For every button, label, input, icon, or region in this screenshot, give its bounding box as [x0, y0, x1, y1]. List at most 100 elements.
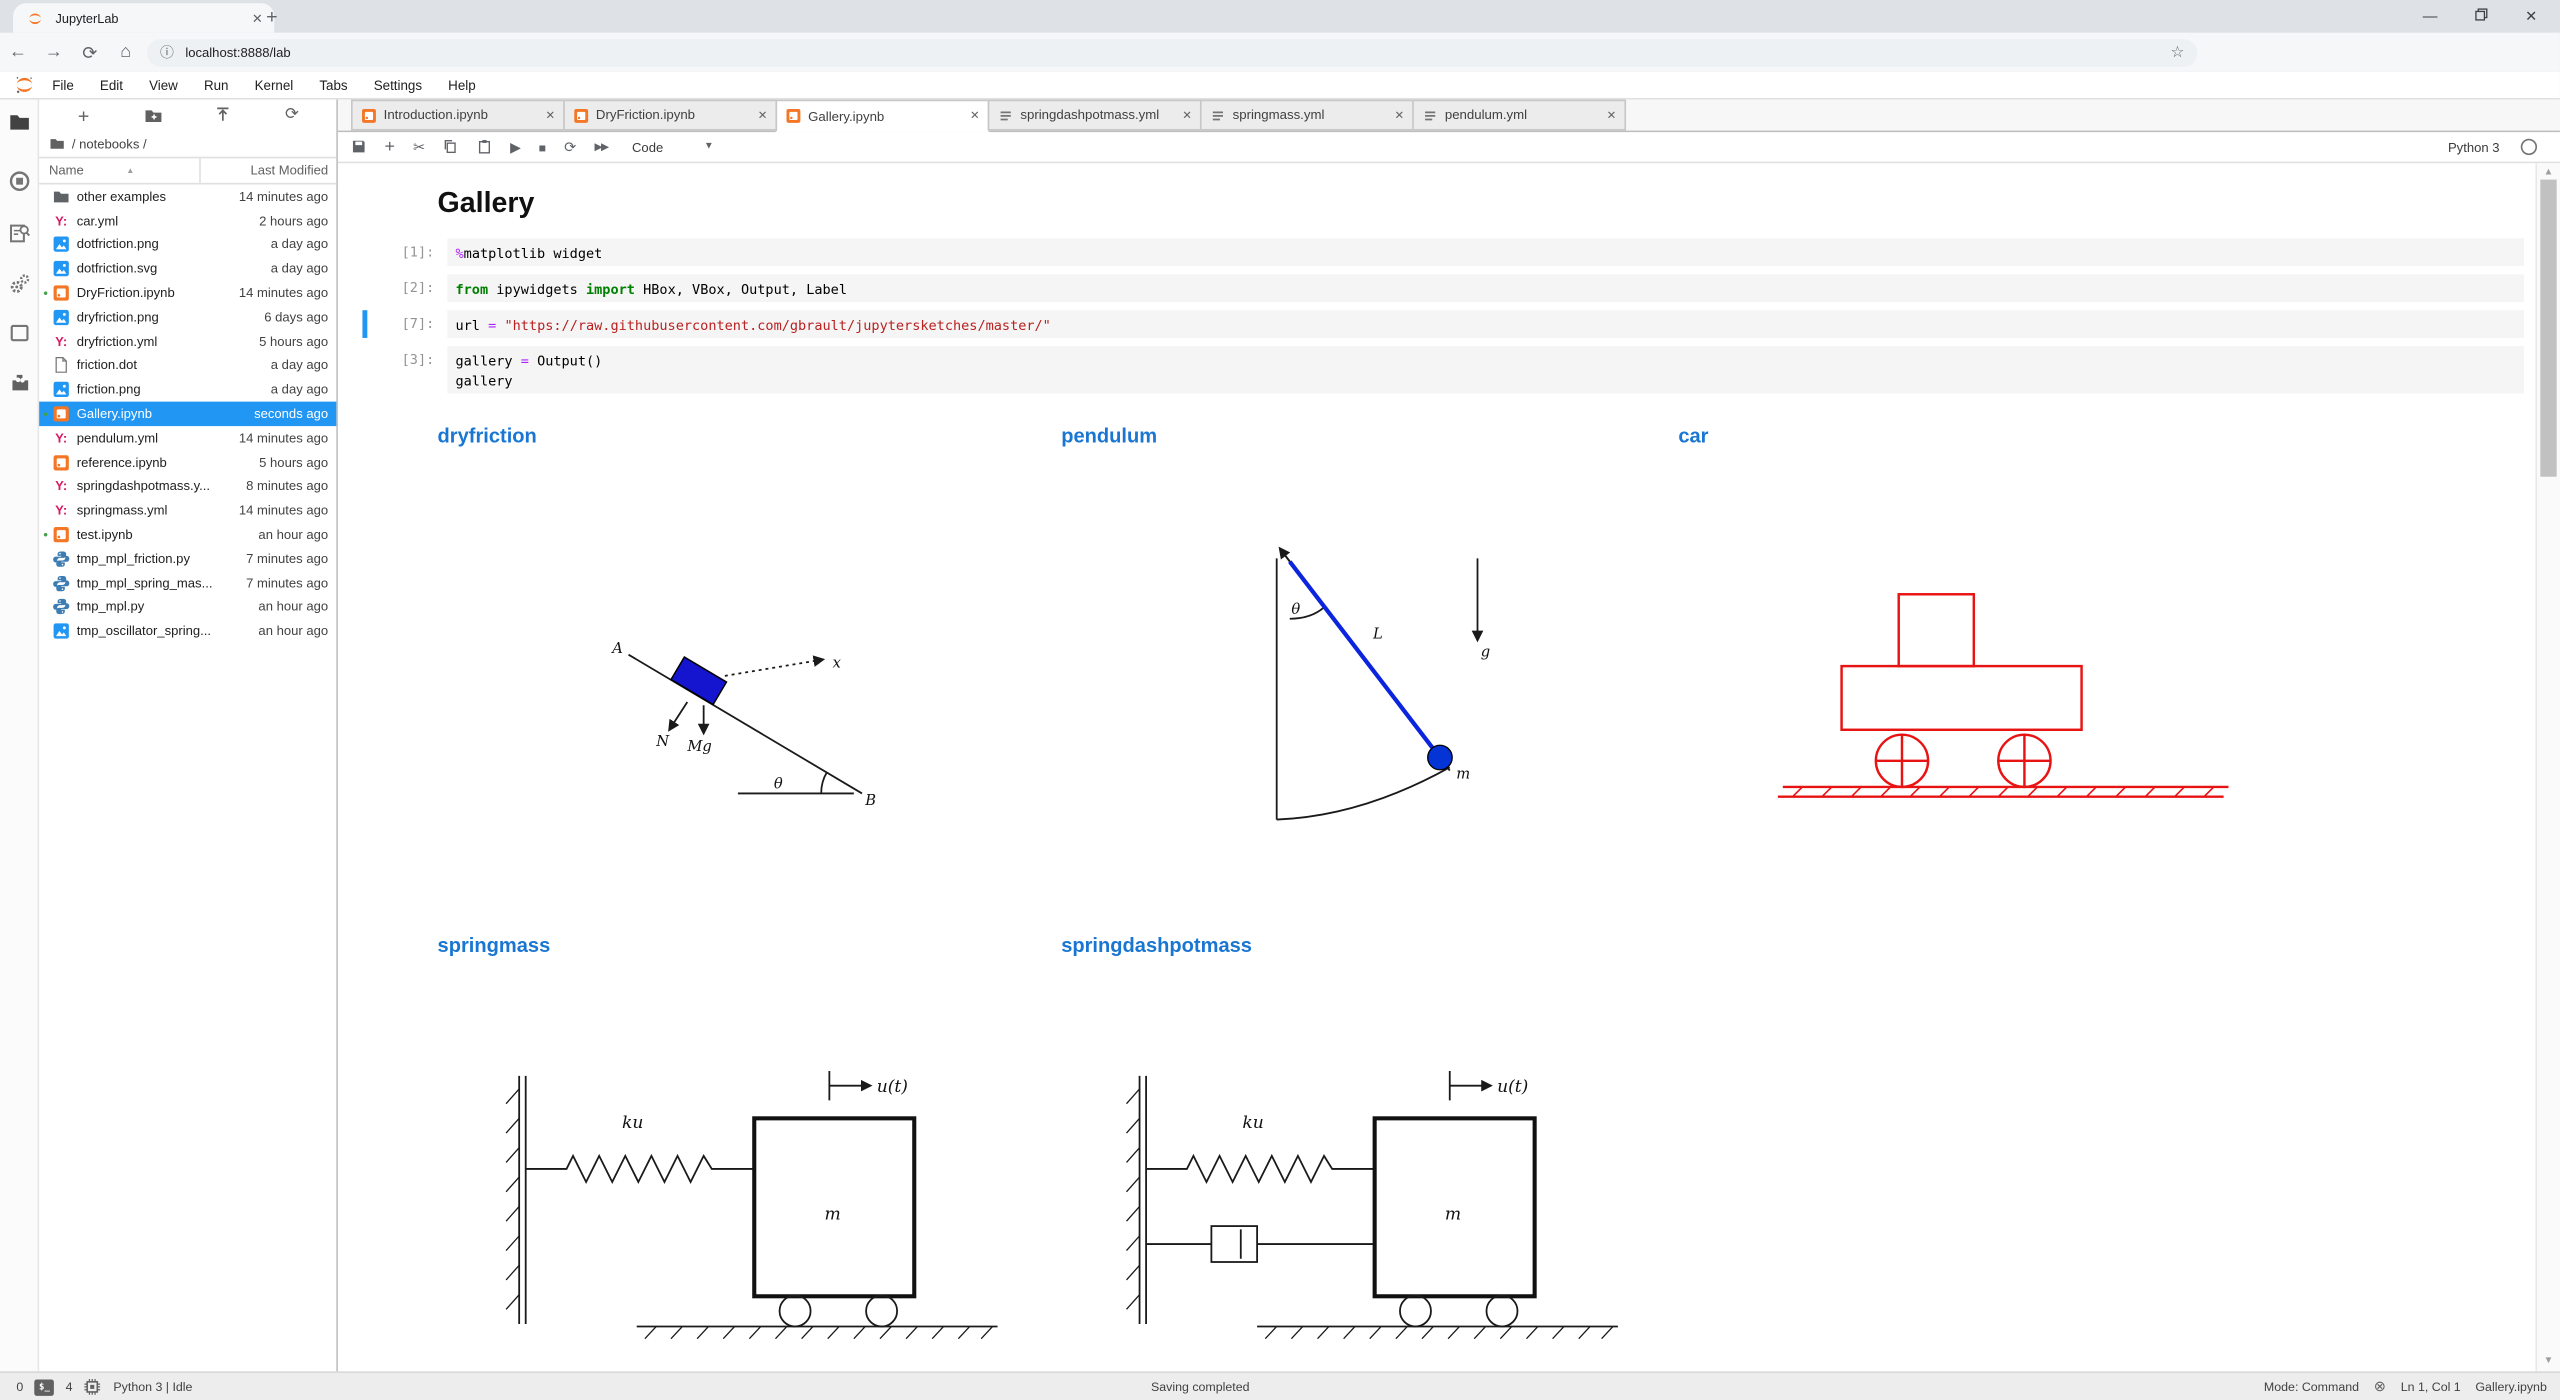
- file-row[interactable]: ●DryFriction.ipynb14 minutes ago: [39, 281, 336, 305]
- menu-settings[interactable]: Settings: [361, 78, 435, 93]
- menu-kernel[interactable]: Kernel: [242, 78, 307, 93]
- scrollbar-thumb[interactable]: [2540, 180, 2556, 477]
- doc-tab[interactable]: Introduction.ipynb✕: [351, 100, 565, 131]
- kernels-count[interactable]: 4: [66, 1380, 73, 1395]
- cell-input[interactable]: from ipywidgets import HBox, VBox, Outpu…: [447, 274, 2524, 302]
- file-row[interactable]: Y:dryfriction.yml5 hours ago: [39, 329, 336, 353]
- site-info-icon[interactable]: ⓘ: [160, 42, 174, 62]
- breadcrumb[interactable]: / notebooks /: [39, 131, 336, 157]
- file-row[interactable]: ●Gallery.ipynbseconds ago: [39, 402, 336, 426]
- gallery-link-car[interactable]: car: [1678, 424, 1708, 447]
- file-row[interactable]: dotfriction.svga day ago: [39, 257, 336, 281]
- gallery-link-springdashpotmass[interactable]: springdashpotmass: [1061, 934, 1252, 957]
- sidebar-tab-filebrowser[interactable]: [8, 111, 31, 134]
- file-row[interactable]: Y:springmass.yml14 minutes ago: [39, 499, 336, 523]
- run-cell-icon[interactable]: ▶: [510, 140, 521, 155]
- refresh-button[interactable]: ⟳: [281, 104, 302, 125]
- sidebar-tab-open-tabs[interactable]: [8, 322, 31, 345]
- url-text[interactable]: localhost:8888/lab: [185, 45, 2170, 60]
- window-minimize-button[interactable]: —: [2405, 8, 2456, 24]
- gallery-link-pendulum[interactable]: pendulum: [1061, 424, 1157, 447]
- trust-shield-icon[interactable]: ⊗: [2374, 1378, 2386, 1396]
- cut-cells-icon[interactable]: ✂: [413, 140, 425, 155]
- command-mode-indicator[interactable]: Mode: Command: [2264, 1380, 2359, 1395]
- browser-tab-close-icon[interactable]: ✕: [252, 11, 263, 26]
- kernel-status-text[interactable]: Python 3 | Idle: [113, 1380, 192, 1395]
- bookmark-star-icon[interactable]: ☆: [2170, 43, 2184, 61]
- cursor-position[interactable]: Ln 1, Col 1: [2401, 1380, 2461, 1395]
- code-cell[interactable]: [1]:%matplotlib widget: [362, 238, 2524, 266]
- gallery-link-springmass[interactable]: springmass: [438, 934, 551, 957]
- browser-tab[interactable]: JupyterLab ✕: [13, 3, 274, 32]
- file-row[interactable]: Y:pendulum.yml14 minutes ago: [39, 426, 336, 450]
- menu-tabs[interactable]: Tabs: [306, 78, 360, 93]
- file-row[interactable]: other examples14 minutes ago: [39, 184, 336, 208]
- menu-file[interactable]: File: [39, 78, 87, 93]
- menu-help[interactable]: Help: [435, 78, 489, 93]
- save-icon[interactable]: [351, 139, 367, 155]
- file-row[interactable]: dryfriction.png6 days ago: [39, 305, 336, 329]
- cell-input[interactable]: %matplotlib widget: [447, 238, 2524, 266]
- doc-tab[interactable]: DryFriction.ipynb✕: [563, 100, 777, 131]
- doc-tab[interactable]: Gallery.ipynb✕: [775, 100, 989, 133]
- code-cell[interactable]: [2]:from ipywidgets import HBox, VBox, O…: [362, 274, 2524, 302]
- menu-view[interactable]: View: [136, 78, 191, 93]
- file-row[interactable]: dotfriction.pnga day ago: [39, 233, 336, 257]
- code-cell[interactable]: [3]:gallery = Output()gallery: [362, 346, 2524, 393]
- kernel-icon[interactable]: [84, 1378, 102, 1396]
- file-row[interactable]: reference.ipynb5 hours ago: [39, 450, 336, 474]
- file-row[interactable]: tmp_oscillator_spring...an hour ago: [39, 619, 336, 643]
- file-row[interactable]: friction.pnga day ago: [39, 378, 336, 402]
- doc-tab[interactable]: pendulum.yml✕: [1412, 100, 1626, 131]
- doc-tab-close-icon[interactable]: ✕: [1607, 109, 1617, 122]
- scroll-down-icon[interactable]: ▼: [2537, 1357, 2560, 1367]
- file-row[interactable]: tmp_mpl.pyan hour ago: [39, 595, 336, 619]
- new-folder-button[interactable]: [142, 104, 163, 125]
- add-cell-icon[interactable]: +: [384, 140, 395, 155]
- cell-input[interactable]: url = "https://raw.githubusercontent.com…: [447, 310, 2524, 338]
- file-row[interactable]: friction.dota day ago: [39, 354, 336, 378]
- scroll-up-icon[interactable]: ▲: [2537, 168, 2560, 178]
- sidebar-tab-running[interactable]: [8, 170, 31, 193]
- file-row[interactable]: Y:springdashpotmass.y...8 minutes ago: [39, 474, 336, 498]
- cell-input[interactable]: gallery = Output()gallery: [447, 346, 2524, 393]
- file-row[interactable]: tmp_mpl_friction.py7 minutes ago: [39, 547, 336, 571]
- terminals-count[interactable]: 0: [16, 1380, 23, 1395]
- window-maximize-button[interactable]: [2455, 8, 2506, 24]
- sidebar-tab-property-inspector[interactable]: [8, 273, 31, 296]
- forward-icon[interactable]: →: [36, 42, 72, 62]
- terminal-icon[interactable]: $_: [35, 1379, 55, 1395]
- column-name[interactable]: Name: [39, 163, 84, 178]
- menu-run[interactable]: Run: [191, 78, 242, 93]
- code-cell[interactable]: [7]:url = "https://raw.githubusercontent…: [362, 310, 2524, 338]
- doc-tab-close-icon[interactable]: ✕: [1182, 109, 1192, 122]
- sidebar-tab-extensions[interactable]: [8, 371, 31, 394]
- upload-button[interactable]: [212, 104, 233, 125]
- window-close-button[interactable]: ✕: [2506, 7, 2557, 25]
- run-all-icon[interactable]: ▶▶: [594, 140, 607, 155]
- address-bar[interactable]: ⓘ localhost:8888/lab ☆: [147, 38, 2198, 66]
- chevron-down-icon[interactable]: ▼: [704, 142, 714, 152]
- copy-cells-icon[interactable]: [443, 139, 459, 155]
- file-row[interactable]: tmp_mpl_spring_mas...7 minutes ago: [39, 571, 336, 595]
- new-launcher-button[interactable]: +: [73, 104, 94, 125]
- back-icon[interactable]: ←: [0, 42, 36, 62]
- kernel-name[interactable]: Python 3: [2448, 140, 2500, 155]
- doc-tab-close-icon[interactable]: ✕: [1394, 109, 1404, 122]
- restart-kernel-icon[interactable]: ⟳: [564, 140, 576, 155]
- column-last-modified[interactable]: Last Modified: [199, 158, 336, 182]
- sidebar-tab-inspector[interactable]: [8, 222, 31, 245]
- breadcrumb-path[interactable]: / notebooks /: [72, 136, 147, 151]
- doc-tab-close-icon[interactable]: ✕: [545, 109, 555, 122]
- doc-tab[interactable]: springdashpotmass.yml✕: [988, 100, 1202, 131]
- new-tab-button[interactable]: +: [266, 7, 277, 27]
- file-list-header[interactable]: Name ▲ Last Modified: [39, 157, 336, 185]
- stop-kernel-icon[interactable]: ■: [539, 140, 546, 155]
- cell-type-dropdown[interactable]: Code: [632, 140, 663, 155]
- active-file-name[interactable]: Gallery.ipynb: [2475, 1380, 2546, 1395]
- doc-tab-close-icon[interactable]: ✕: [758, 109, 768, 122]
- menu-edit[interactable]: Edit: [87, 78, 136, 93]
- kernel-status-icon[interactable]: [2521, 139, 2537, 155]
- file-row[interactable]: Y:car.yml2 hours ago: [39, 209, 336, 233]
- paste-cells-icon[interactable]: [477, 139, 493, 155]
